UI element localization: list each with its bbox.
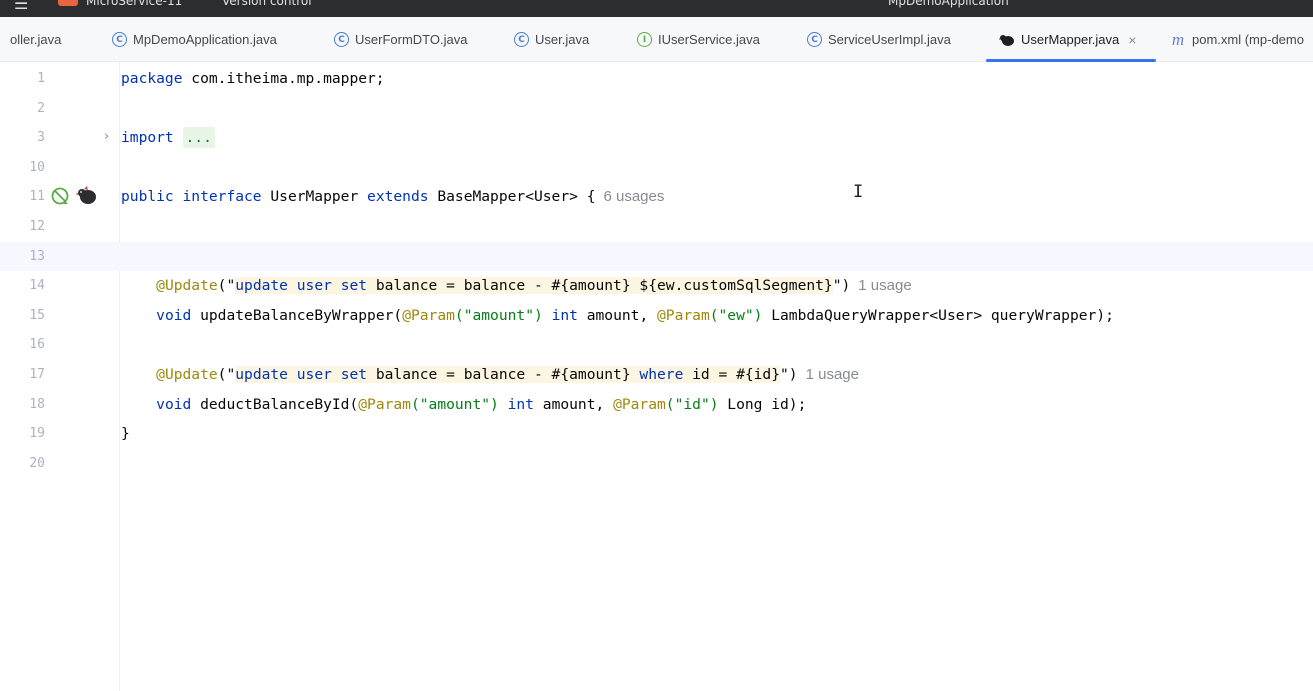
- code-line: 10: [0, 153, 1313, 183]
- tab-label: User.java: [535, 32, 590, 47]
- code-text[interactable]: package com.itheima.mp.mapper;: [121, 64, 385, 94]
- code-text[interactable]: public interface UserMapper extends Base…: [121, 182, 664, 212]
- maven-icon: m: [1171, 29, 1185, 49]
- code-line: 19 }: [0, 419, 1313, 449]
- code-text[interactable]: @Update("update user set balance = balan…: [121, 271, 912, 301]
- line-number: 2: [37, 100, 45, 116]
- code-text[interactable]: void deductBalanceById(@Param("amount") …: [121, 390, 806, 420]
- class-icon: C: [514, 32, 529, 47]
- tab-label: UserFormDTO.java: [355, 32, 468, 47]
- code-editor[interactable]: 1 package com.itheima.mp.mapper; 2 3 › i…: [0, 62, 1313, 691]
- usages-hint[interactable]: 1 usage: [858, 277, 911, 294]
- code-line: 15 void updateBalanceByWrapper(@Param("a…: [0, 301, 1313, 331]
- tab-label: MpDemoApplication.java: [133, 32, 277, 47]
- tab-pom[interactable]: m pom.xml (mp-demo: [1170, 17, 1304, 62]
- code-line: 2: [0, 94, 1313, 124]
- code-line: 18 void deductBalanceById(@Param("amount…: [0, 390, 1313, 420]
- tab-mpdemoapplication[interactable]: C MpDemoApplication.java: [112, 17, 277, 62]
- mybatis-bird-icon[interactable]: [75, 186, 98, 206]
- class-icon: C: [334, 32, 349, 47]
- line-number: 15: [29, 307, 45, 323]
- chevron-right-icon[interactable]: ›: [104, 123, 109, 150]
- interface-icon: I: [637, 32, 652, 47]
- line-number: 13: [29, 248, 45, 264]
- spring-boot-class-icon: C: [112, 32, 127, 47]
- line-number: 17: [29, 367, 45, 382]
- text-cursor-icon: I: [853, 182, 864, 202]
- tab-serviceuserimpl[interactable]: C ServiceUserImpl.java: [807, 17, 951, 62]
- code-line: 3 › import ...: [0, 123, 1313, 153]
- tab-label: UserMapper.java: [1021, 32, 1120, 47]
- usages-hint[interactable]: 1 usage: [806, 366, 859, 383]
- title-bar: ☰ MicroService-11 Version control MpDemo…: [0, 0, 1313, 17]
- code-text[interactable]: @Update("update user set balance = balan…: [121, 360, 859, 390]
- tab-label: ServiceUserImpl.java: [828, 32, 951, 47]
- vcs-widget[interactable]: Version control: [222, 0, 312, 8]
- run-config-selector[interactable]: MpDemoApplication: [888, 0, 1009, 8]
- folded-imports[interactable]: ...: [182, 127, 215, 149]
- tab-usermapper[interactable]: UserMapper.java ×: [985, 17, 1158, 62]
- usages-hint[interactable]: 6 usages: [603, 188, 664, 205]
- code-line: 1 package com.itheima.mp.mapper;: [0, 64, 1313, 94]
- code-line: 11 public interface UserMapper extends B…: [0, 182, 1313, 212]
- line-number: 10: [29, 159, 45, 175]
- close-tab-icon[interactable]: ×: [1128, 32, 1136, 48]
- code-text[interactable]: void updateBalanceByWrapper(@Param("amou…: [121, 301, 1114, 331]
- code-line: 20: [0, 449, 1313, 479]
- line-number: 20: [29, 455, 45, 471]
- tab-label: oller.java: [10, 32, 62, 47]
- hamburger-menu-icon[interactable]: ☰: [14, 0, 28, 13]
- project-name[interactable]: MicroService-11: [86, 0, 182, 8]
- code-line: 16: [0, 330, 1313, 360]
- tab-userformdto[interactable]: C UserFormDTO.java: [334, 17, 467, 62]
- line-number: 3: [37, 130, 45, 146]
- implemented-gutter-icon[interactable]: [51, 187, 69, 205]
- line-number: 1: [37, 71, 45, 86]
- code-line: 12: [0, 212, 1313, 242]
- line-number: 14: [29, 278, 45, 294]
- tab-label: IUserService.java: [658, 32, 760, 47]
- project-logo-icon: [58, 0, 78, 6]
- code-text[interactable]: }: [121, 419, 130, 449]
- code-line: 14 @Update("update user set balance = ba…: [0, 271, 1313, 301]
- tab-controller[interactable]: oller.java: [10, 17, 61, 62]
- line-number: 19: [29, 426, 45, 442]
- line-number: 18: [29, 396, 45, 412]
- code-line-current: 13: [0, 241, 1313, 272]
- line-number: 12: [29, 219, 45, 234]
- code-text[interactable]: import ...: [121, 123, 215, 153]
- tab-iuserservice[interactable]: I IUserService.java: [637, 17, 760, 62]
- code-line: 17 @Update("update user set balance = ba…: [0, 360, 1313, 390]
- line-number: 11: [29, 189, 45, 205]
- tab-label: pom.xml (mp-demo: [1192, 32, 1304, 47]
- tab-user[interactable]: C User.java: [514, 17, 589, 62]
- editor-tab-bar: oller.java C MpDemoApplication.java C Us…: [0, 17, 1313, 62]
- class-icon: C: [807, 32, 822, 47]
- mybatis-bird-icon: [999, 33, 1015, 47]
- line-number: 16: [29, 337, 45, 353]
